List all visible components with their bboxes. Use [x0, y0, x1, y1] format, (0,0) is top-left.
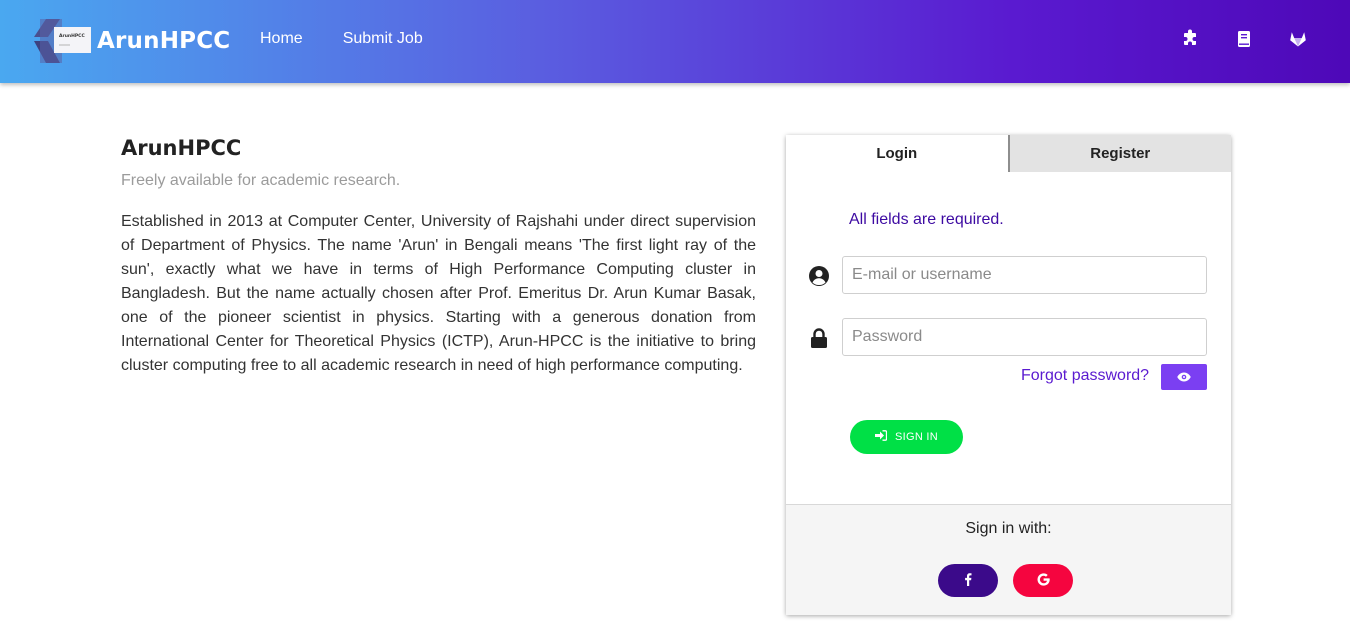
svg-text:ArunHPCC: ArunHPCC [59, 33, 85, 39]
password-row [808, 318, 1208, 356]
username-row [808, 256, 1208, 294]
gitlab-icon[interactable] [1288, 28, 1308, 50]
sign-in-label: SIGN IN [894, 431, 939, 443]
top-navbar: ArunHPCC ArunHPCC Home Submit Job [0, 0, 1350, 83]
social-title: Sign in with: [965, 520, 1052, 537]
social-signin: Sign in with: [786, 504, 1231, 615]
username-input[interactable] [842, 256, 1207, 294]
forgot-password-link[interactable]: Forgot password? [1021, 367, 1149, 385]
tab-register[interactable]: Register [1007, 135, 1231, 172]
sign-in-icon [874, 430, 888, 444]
google-icon [1036, 572, 1050, 589]
top-icons [1180, 28, 1308, 50]
puzzle-icon[interactable] [1180, 28, 1200, 50]
intro-title: ArunHPCC [121, 136, 242, 160]
brand-name[interactable]: ArunHPCC [97, 28, 230, 54]
facebook-signin-button[interactable] [938, 564, 998, 597]
book-icon[interactable] [1234, 28, 1254, 50]
intro-description: Established in 2013 at Computer Center, … [121, 213, 756, 374]
intro-tagline: Freely available for academic research. [121, 172, 401, 189]
google-signin-button[interactable] [1013, 564, 1073, 597]
user-circle-icon [808, 265, 830, 287]
logo: ArunHPCC [30, 15, 92, 67]
login-card: Login Register All fields are required. … [786, 135, 1231, 615]
brand[interactable]: ArunHPCC ArunHPCC [30, 15, 230, 67]
nav-submit-job[interactable]: Submit Job [343, 30, 423, 48]
nav-home[interactable]: Home [260, 30, 303, 48]
main-nav: Home Submit Job [260, 30, 423, 48]
lock-icon [808, 327, 830, 349]
facebook-icon [964, 572, 972, 589]
sign-in-button[interactable]: SIGN IN [850, 420, 963, 454]
password-input[interactable] [842, 318, 1207, 356]
eye-icon [1177, 370, 1191, 385]
tab-login[interactable]: Login [786, 135, 1008, 172]
intro-section: ArunHPCC Freely available for academic r… [121, 136, 756, 378]
show-password-button[interactable] [1161, 364, 1207, 390]
auth-tabs: Login Register [786, 135, 1231, 172]
required-note: All fields are required. [849, 211, 1004, 228]
